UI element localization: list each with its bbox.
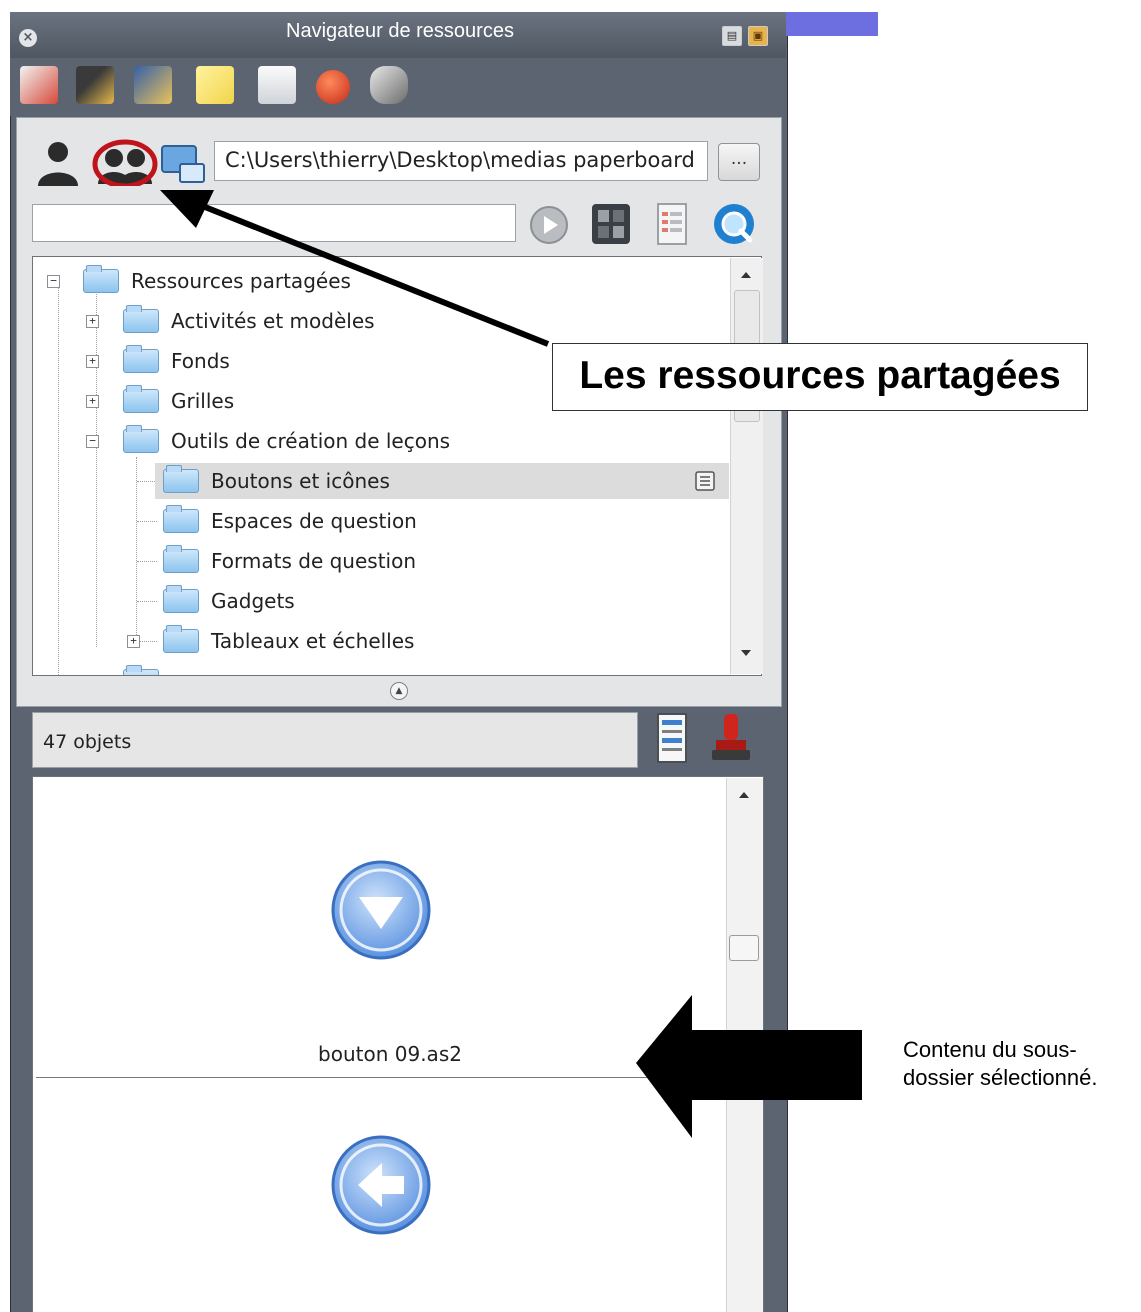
content-annotation-note: Contenu du sous-dossier sélectionné. bbox=[903, 1037, 1098, 1090]
shared-resources-callout: Les ressources partagées bbox=[552, 343, 1088, 411]
annotation-arrow-content bbox=[636, 995, 862, 1138]
